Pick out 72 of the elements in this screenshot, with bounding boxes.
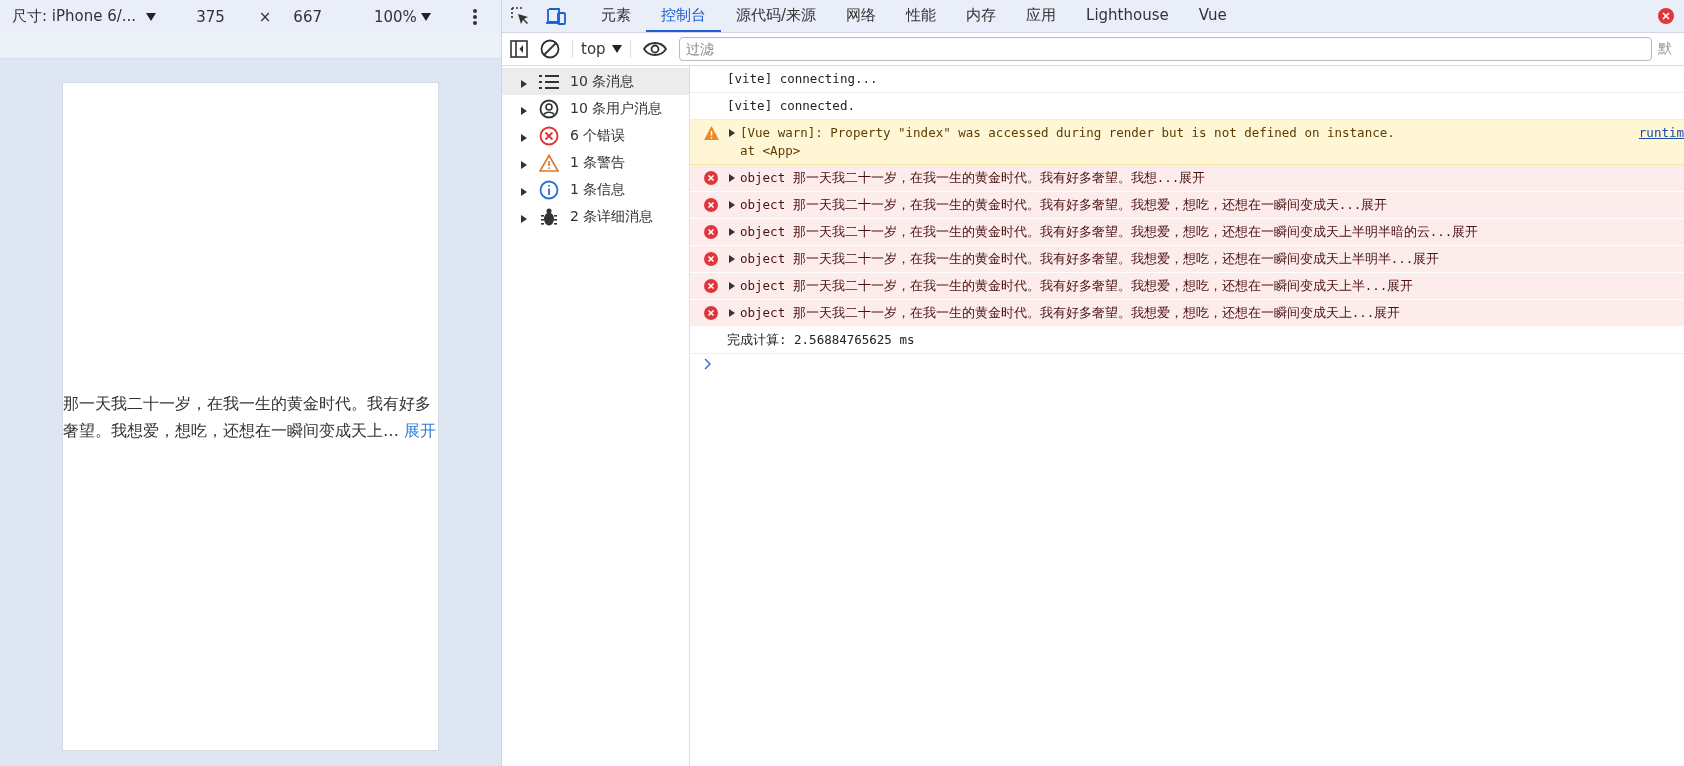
info-icon — [539, 179, 559, 200]
expand-triangle-icon[interactable] — [520, 105, 528, 116]
expand-triangle-icon[interactable] — [728, 308, 736, 318]
panel-tab[interactable]: Vue — [1183, 0, 1242, 32]
expand-triangle-icon[interactable] — [520, 186, 528, 197]
user-icon — [539, 98, 559, 119]
panel-tab[interactable]: 源代码/来源 — [721, 0, 832, 32]
eye-icon[interactable] — [642, 41, 667, 57]
more-options-icon[interactable] — [473, 8, 477, 25]
width-value[interactable]: 375 — [196, 7, 225, 26]
context-select[interactable]: top — [572, 40, 631, 58]
expand-triangle-icon[interactable] — [728, 227, 736, 237]
sidebar-toggle-icon[interactable] — [510, 40, 528, 58]
panel-tab[interactable]: 网络 — [831, 0, 892, 32]
message-text: 完成计算: 2.56884765625 ms — [727, 331, 916, 349]
sidebar-item[interactable]: 1 条信息 — [502, 176, 689, 203]
message-detail: at <App> — [740, 142, 802, 160]
panel-tab[interactable]: Lighthouse — [1071, 0, 1184, 32]
warning-icon — [704, 126, 719, 140]
page-paragraph: 那一天我二十一岁，在我一生的黄金时代。我有好多奢望。我想爱，想吃，还想在一瞬间变成天上… 展开 — [63, 392, 438, 442]
message-text: object 那一天我二十一岁，在我一生的黄金时代。我有好多奢望。我想爱，想吃，还想在一瞬间变成天上...展开 — [740, 304, 1402, 322]
error-icon — [704, 306, 718, 320]
sidebar-item[interactable]: 2 条详细消息 — [502, 203, 689, 230]
bug-icon — [540, 206, 558, 227]
panel-tab[interactable]: 性能 — [891, 0, 952, 32]
sidebar-item[interactable]: 10 条消息 — [502, 68, 689, 95]
prompt-chevron-icon[interactable] — [704, 358, 712, 370]
times-sign: × — [258, 7, 272, 26]
error-icon — [539, 125, 559, 146]
message-text: [Vue warn]: Property "index" was accessed during render but is not defined on instance. — [740, 124, 1396, 142]
message-text: object 那一天我二十一岁，在我一生的黄金时代。我有好多奢望。我想爱，想吃，还想在一瞬间变成天上半明半暗的云...展开 — [740, 223, 1480, 241]
dropdown-caret-icon[interactable] — [420, 12, 431, 21]
source-link[interactable]: runtim — [1638, 124, 1684, 142]
panel-tab[interactable]: 内存 — [951, 0, 1012, 32]
expand-triangle-icon[interactable] — [728, 128, 736, 138]
height-value[interactable]: 667 — [293, 7, 322, 26]
expand-triangle-icon[interactable] — [728, 281, 736, 291]
message-text: object 那一天我二十一岁，在我一生的黄金时代。我有好多奢望。我想爱，想吃，还想在一瞬间变成天上半...展开 — [740, 277, 1415, 295]
expand-triangle-icon[interactable] — [728, 173, 736, 183]
message-text: [vite] connecting... — [727, 70, 879, 88]
sidebar-item[interactable]: 6 个错误 — [502, 122, 689, 149]
panel-tab[interactable]: 元素 — [586, 0, 646, 32]
expand-triangle-icon[interactable] — [520, 159, 528, 170]
error-icon — [704, 252, 718, 266]
sidebar-item[interactable]: 1 条警告 — [502, 149, 689, 176]
expand-triangle-icon[interactable] — [520, 78, 528, 89]
list-icon — [539, 73, 559, 90]
expand-triangle-icon[interactable] — [520, 213, 528, 224]
error-icon — [704, 225, 718, 239]
message-text: [vite] connected. — [727, 97, 856, 115]
expand-link[interactable]: 展开 — [399, 420, 437, 440]
device-toolbar-icon[interactable] — [546, 7, 566, 25]
panel-tab[interactable]: 应用 — [1011, 0, 1072, 32]
message-text: object 那一天我二十一岁，在我一生的黄金时代。我有好多奢望。我想...展开 — [740, 169, 1207, 187]
expand-triangle-icon[interactable] — [728, 254, 736, 264]
dropdown-caret-icon[interactable] — [611, 45, 622, 53]
error-icon — [704, 198, 718, 212]
expand-triangle-icon[interactable] — [728, 200, 736, 210]
message-text: object 那一天我二十一岁，在我一生的黄金时代。我有好多奢望。我想爱，想吃，还想在一瞬间变成天上半明半...展开 — [740, 250, 1441, 268]
dropdown-caret-icon[interactable] — [146, 12, 157, 21]
expand-triangle-icon[interactable] — [520, 132, 528, 143]
error-icon — [704, 279, 718, 293]
device-select[interactable]: 尺寸: iPhone 6/... — [12, 7, 137, 26]
filter-field[interactable]: 过滤 — [678, 37, 1652, 61]
message-text: object 那一天我二十一岁，在我一生的黄金时代。我有好多奢望。我想爱，想吃，还想在一瞬间变成天...展开 — [740, 196, 1389, 214]
clear-console-icon[interactable] — [540, 39, 560, 59]
warning-icon — [539, 153, 559, 172]
inspect-element-icon[interactable] — [511, 7, 529, 25]
error-icon — [704, 171, 718, 185]
zoom-select[interactable]: 100% — [374, 7, 417, 26]
close-icon[interactable] — [1658, 8, 1674, 24]
sidebar-item[interactable]: 10 条用户消息 — [502, 95, 689, 122]
